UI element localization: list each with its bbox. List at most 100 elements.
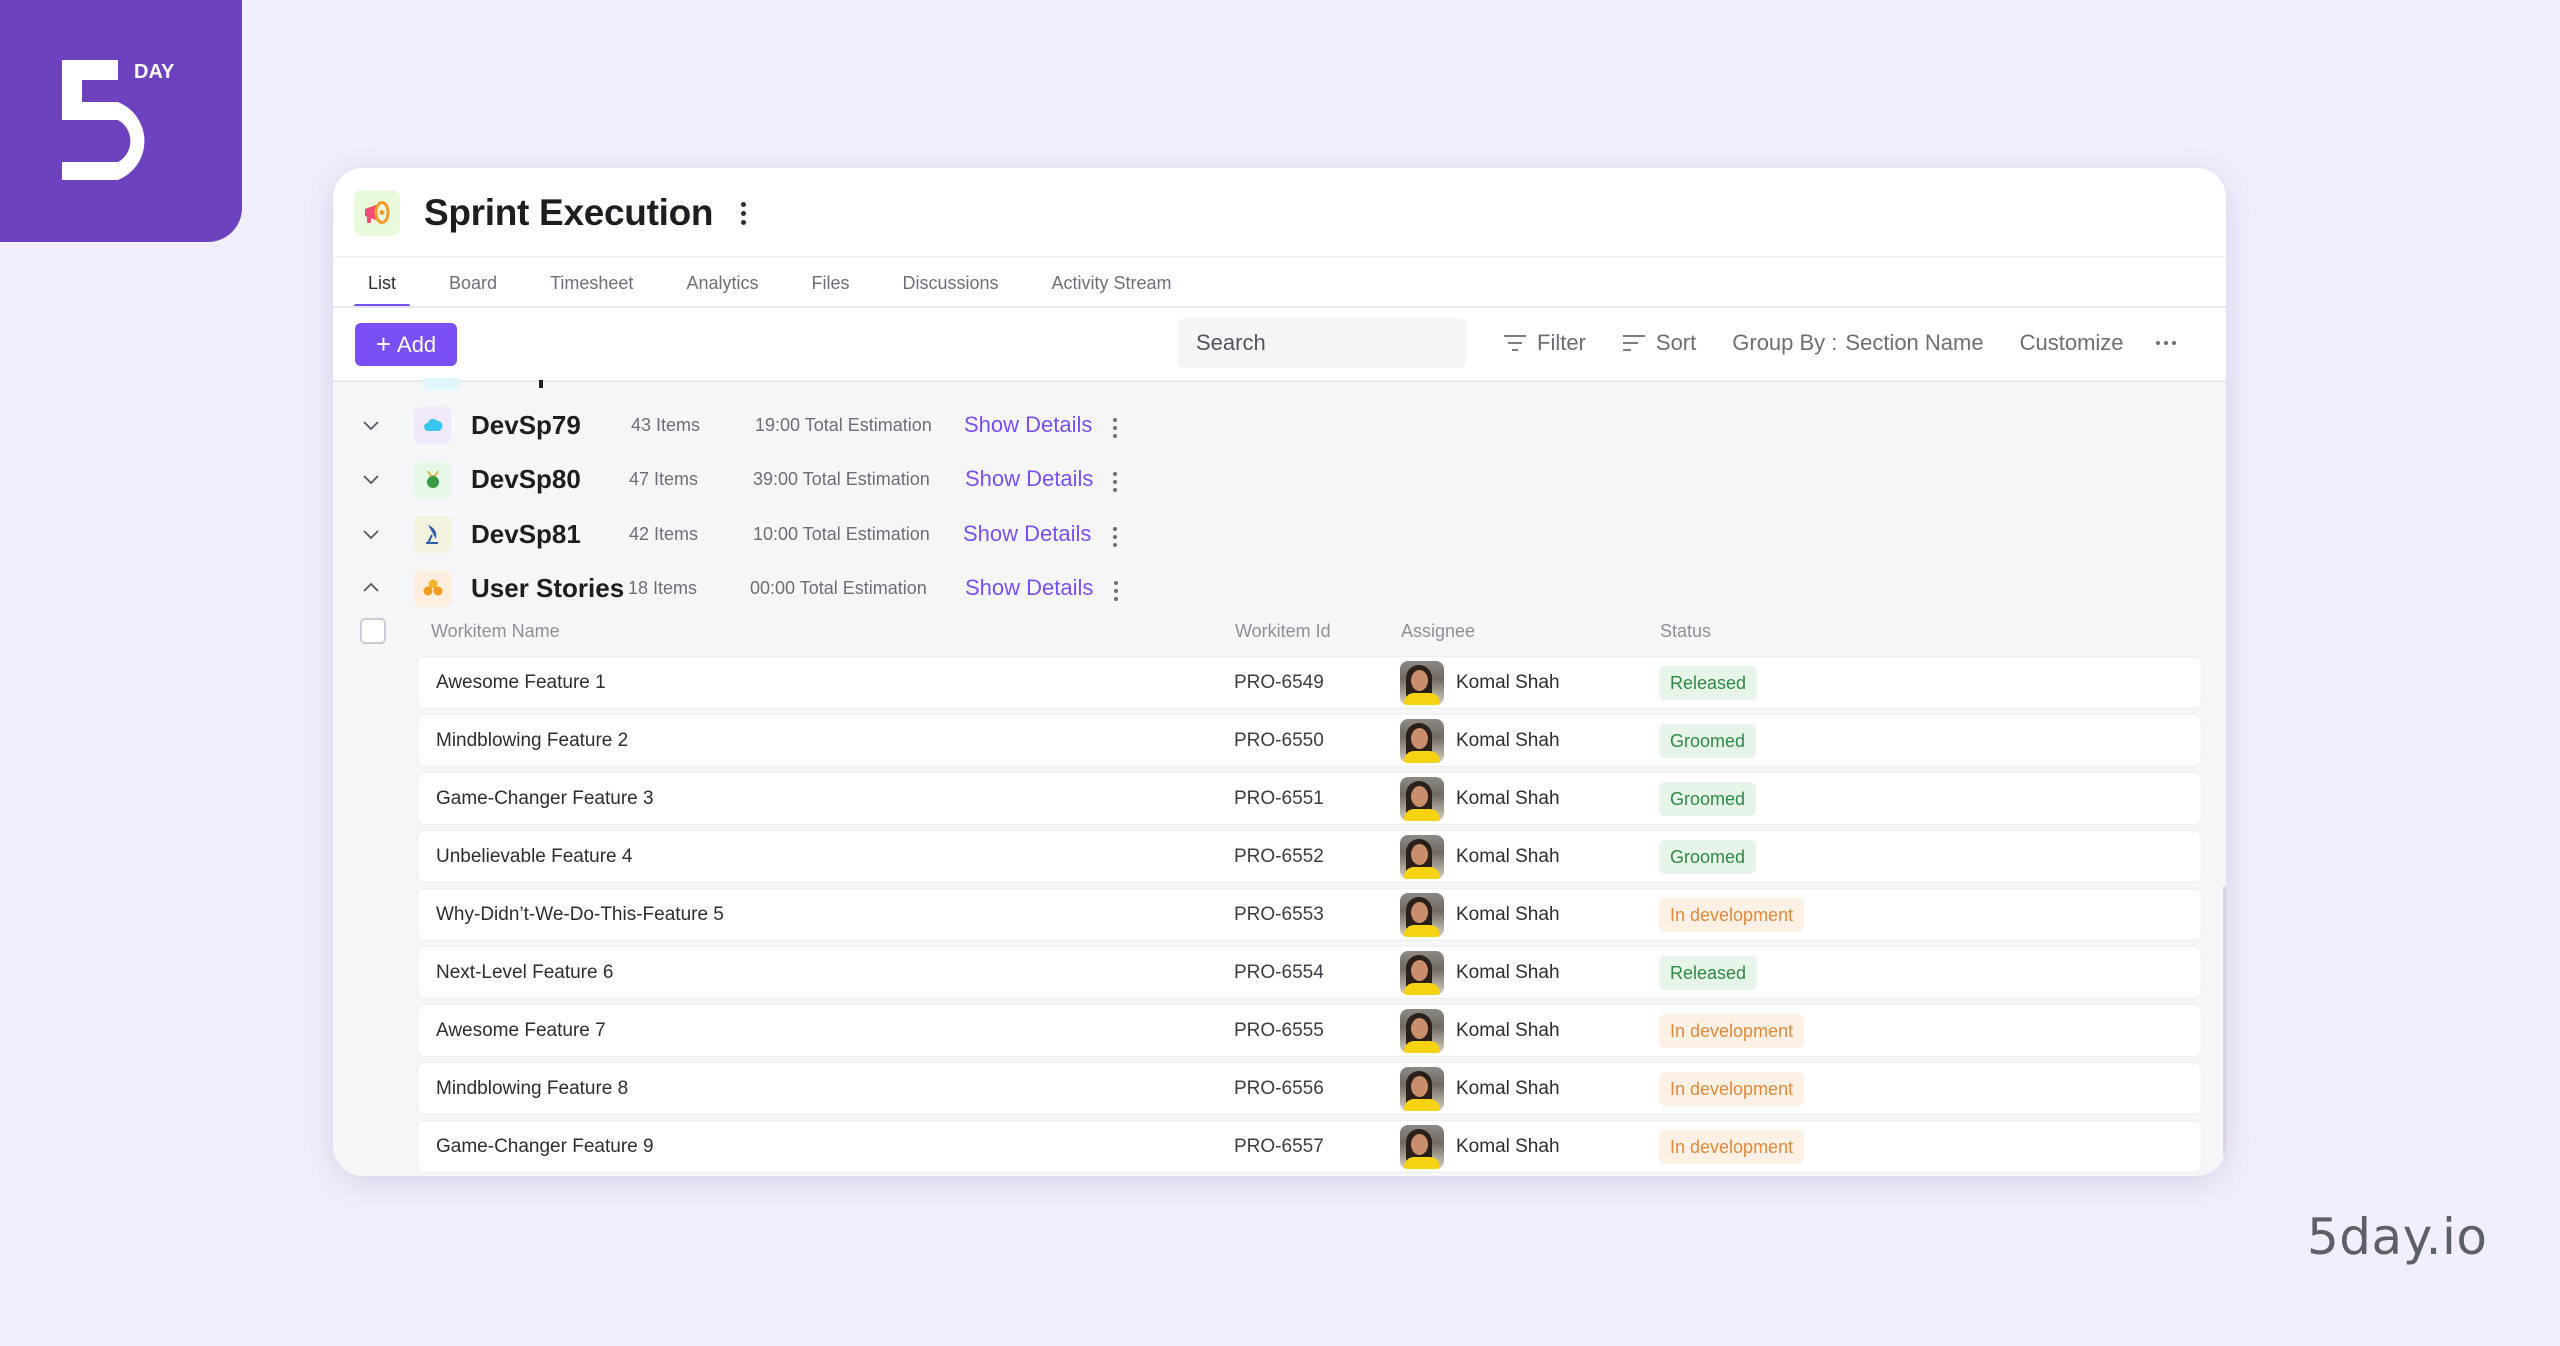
assignee-name: Komal Shah — [1456, 1135, 1560, 1157]
status-cell[interactable]: Released — [1659, 947, 1758, 998]
group-row: DevSp81 42 Items 10:00 Total Estimation … — [333, 509, 2226, 559]
group-more-icon[interactable] — [1107, 518, 1123, 551]
status-badge: Groomed — [1659, 781, 1757, 816]
group-more-icon[interactable] — [1107, 463, 1123, 496]
group-more-icon[interactable] — [1107, 409, 1123, 442]
table-row[interactable]: Game-Changer Feature 3 PRO-6551 Komal Shah… — [417, 772, 2202, 825]
status-badge: In development — [1659, 1129, 1805, 1164]
status-cell[interactable]: Groomed — [1659, 715, 1757, 766]
group-item-count: 47 Items — [629, 468, 699, 489]
stack-icon — [414, 569, 451, 607]
table-row[interactable]: Awesome Feature 7 PRO-6555 Komal Shah In de… — [417, 1004, 2202, 1057]
assignee[interactable]: Komal Shah — [1400, 773, 1560, 824]
show-details-link[interactable]: Show Details — [963, 521, 1091, 547]
workitem-id: PRO-6551 — [1234, 787, 1324, 809]
assignee[interactable]: Komal Shah — [1400, 657, 1560, 708]
tab-discussions[interactable]: Discussions — [888, 273, 1012, 306]
assignee[interactable]: Komal Shah — [1400, 1063, 1560, 1114]
search-input[interactable] — [1196, 330, 1484, 356]
group-more-icon[interactable] — [1108, 572, 1124, 605]
table-row[interactable]: Mindblowing Feature 8 PRO-6556 Komal Shah I… — [417, 1062, 2202, 1115]
workitem-name: Awesome Feature 7 — [436, 1019, 606, 1041]
add-button[interactable]: + Add — [355, 323, 457, 366]
assignee[interactable]: Komal Shah — [1400, 947, 1560, 998]
show-details-link[interactable]: Show Details — [964, 412, 1092, 438]
assignee-name: Komal Shah — [1456, 1077, 1560, 1099]
tab-activity-stream[interactable]: Activity Stream — [1038, 273, 1186, 306]
status-cell[interactable]: In development — [1659, 1121, 1805, 1172]
column-header-id[interactable]: Workitem Id — [1235, 621, 1331, 642]
tab-files[interactable]: Files — [797, 273, 863, 306]
chevron-down-icon[interactable] — [361, 524, 381, 544]
filter-label: Filter — [1537, 330, 1586, 355]
workitem-name: Next-Level Feature 6 — [436, 961, 614, 983]
more-horizontal-icon[interactable] — [2155, 341, 2176, 345]
chevron-up-icon[interactable] — [361, 578, 381, 598]
search-box — [1178, 318, 1484, 368]
status-cell[interactable]: In development — [1659, 1063, 1805, 1114]
table-row[interactable]: Awesome Feature 1 PRO-6549 Komal Shah Relea… — [417, 656, 2202, 709]
select-all-checkbox[interactable] — [360, 618, 386, 644]
tab-list[interactable]: List — [354, 273, 411, 308]
chevron-down-icon[interactable] — [361, 469, 381, 489]
workitem-name: Why-Didn’t-We-Do-This-Feature 5 — [436, 903, 724, 925]
column-header-assignee[interactable]: Assignee — [1401, 621, 1475, 642]
tab-timesheet[interactable]: Timesheet — [536, 273, 647, 306]
scrollbar[interactable] — [2223, 886, 2226, 1156]
show-details-link[interactable]: Show Details — [965, 466, 1093, 492]
filter-icon — [1504, 335, 1526, 351]
column-header-status[interactable]: Status — [1660, 621, 1711, 642]
brand-logo: DAY — [0, 0, 242, 242]
column-header-name[interactable]: Workitem Name — [431, 621, 560, 642]
more-options-icon[interactable] — [735, 198, 752, 229]
group-item-count: 18 Items — [628, 577, 698, 598]
assignee[interactable]: Komal Shah — [1400, 831, 1560, 882]
table-row[interactable]: Game-Changer Feature 9 PRO-6557 Komal Shah… — [417, 1120, 2202, 1173]
group-estimation: 39:00 Total Estimation — [753, 468, 930, 489]
add-button-label: Add — [397, 331, 437, 357]
show-details-link[interactable]: Show Details — [965, 575, 1093, 601]
chevron-down-icon[interactable] — [361, 415, 381, 435]
assignee[interactable]: Komal Shah — [1400, 1005, 1560, 1056]
assignee-name: Komal Shah — [1456, 671, 1560, 693]
status-badge: In development — [1659, 1013, 1805, 1048]
avatar — [1400, 776, 1444, 821]
workitem-name: Unbelievable Feature 4 — [436, 845, 633, 867]
status-cell[interactable]: Groomed — [1659, 773, 1757, 824]
group-estimation: 19:00 Total Estimation — [755, 414, 932, 435]
group-estimation: 10:00 Total Estimation — [753, 523, 930, 544]
tab-analytics[interactable]: Analytics — [672, 273, 772, 306]
workitem-id: PRO-6553 — [1234, 903, 1324, 925]
workitem-name: Mindblowing Feature 8 — [436, 1077, 629, 1099]
filter-button[interactable]: Filter — [1503, 330, 1586, 356]
table-row[interactable]: Mindblowing Feature 2 PRO-6550 Komal Shah G… — [417, 714, 2202, 767]
tab-board[interactable]: Board — [435, 273, 511, 306]
avatar — [1400, 1008, 1444, 1053]
megaphone-icon — [354, 190, 400, 236]
group-name: User Stories — [471, 572, 625, 603]
status-cell[interactable]: Released — [1659, 657, 1758, 708]
title-row: Sprint Execution — [354, 188, 752, 238]
table-row[interactable]: Next-Level Feature 6 PRO-6554 Komal Shah Re… — [417, 946, 2202, 999]
avatar — [1400, 660, 1444, 705]
status-cell[interactable]: Groomed — [1659, 831, 1757, 882]
group-by-button[interactable]: Group By : Section Name — [1732, 330, 1983, 356]
card-header: Sprint Execution List Board Timesheet An… — [333, 168, 2226, 382]
assignee[interactable]: Komal Shah — [1400, 715, 1560, 766]
group-name: DevSp81 — [471, 518, 581, 549]
assignee[interactable]: Komal Shah — [1400, 889, 1560, 940]
status-badge: Groomed — [1659, 839, 1757, 874]
group-name: DevSp79 — [471, 409, 581, 440]
status-badge: Released — [1659, 955, 1758, 990]
status-cell[interactable]: In development — [1659, 889, 1805, 940]
view-tabs: List Board Timesheet Analytics Files Dis… — [354, 256, 2226, 308]
status-cell[interactable]: In development — [1659, 1005, 1805, 1056]
sort-button[interactable]: Sort — [1622, 330, 1696, 356]
avatar — [1400, 718, 1444, 763]
partial-group-icon — [423, 378, 459, 390]
customize-button[interactable]: Customize — [2020, 330, 2124, 356]
app-window: Sprint Execution List Board Timesheet An… — [333, 168, 2226, 1176]
table-row[interactable]: Why-Didn’t-We-Do-This-Feature 5 PRO-6553 K… — [417, 888, 2202, 941]
assignee[interactable]: Komal Shah — [1400, 1121, 1560, 1172]
table-row[interactable]: Unbelievable Feature 4 PRO-6552 Komal Shah… — [417, 830, 2202, 883]
